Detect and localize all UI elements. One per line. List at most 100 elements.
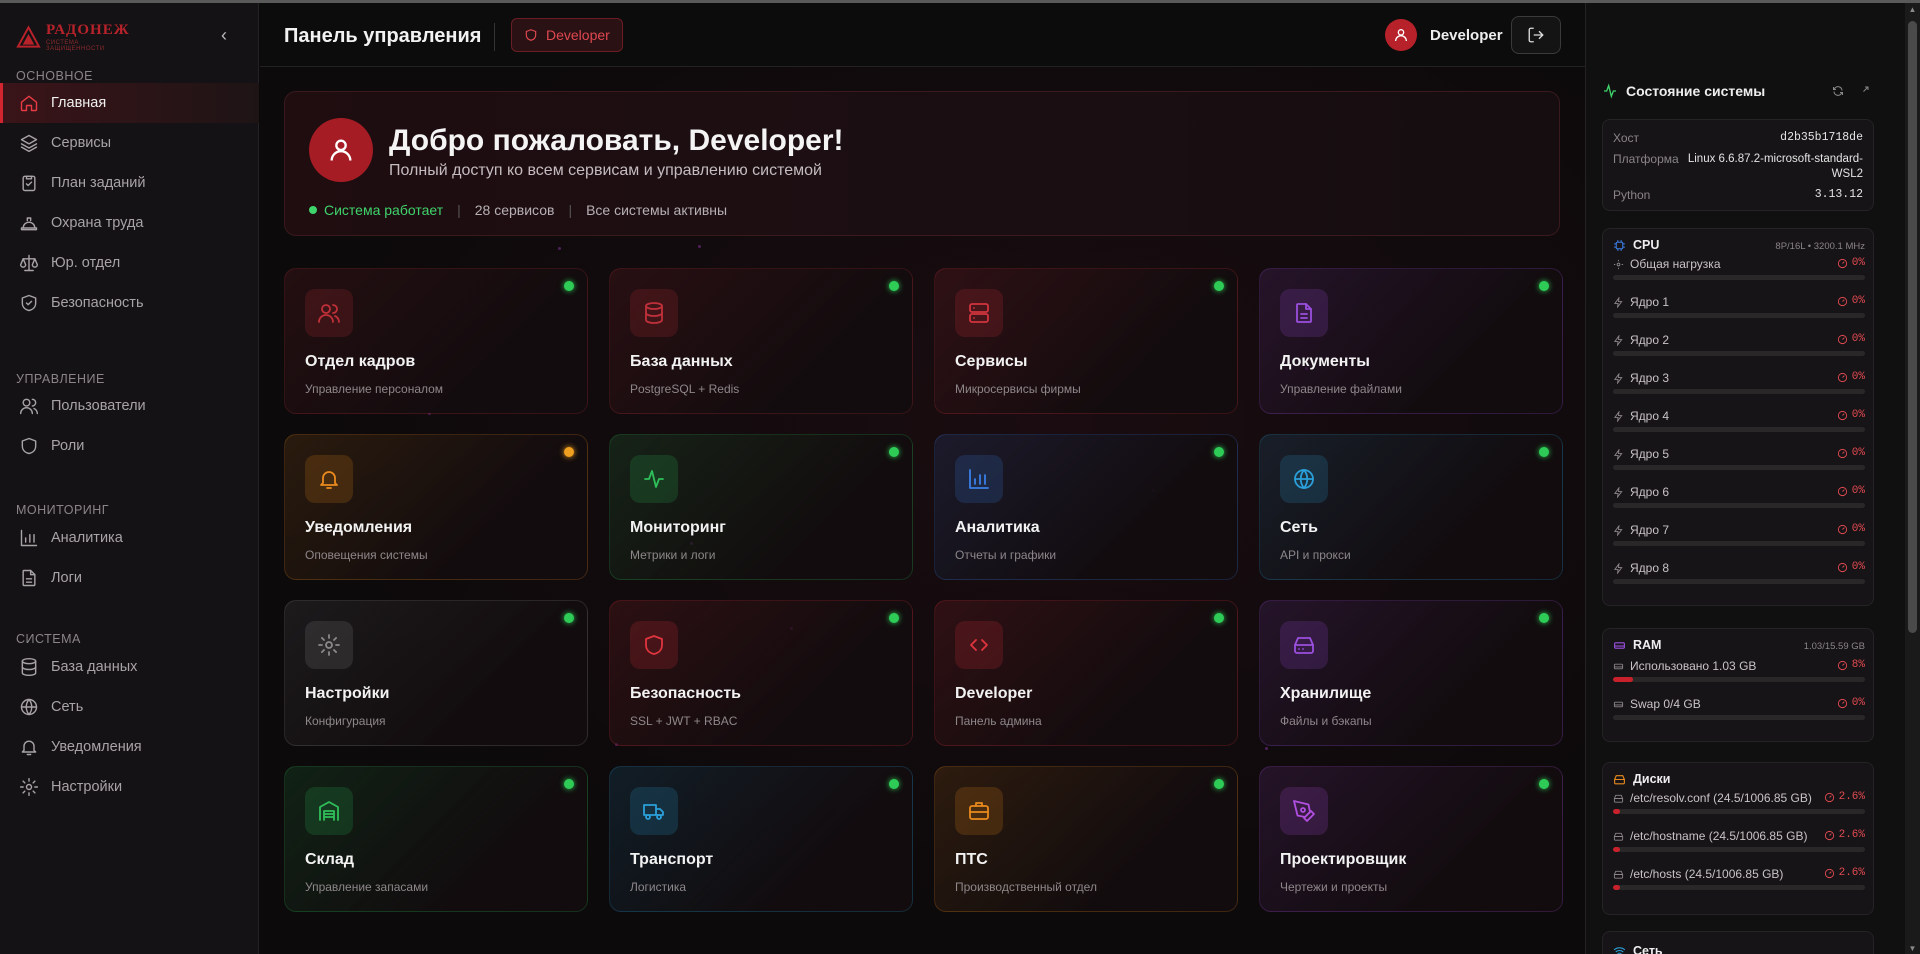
- service-card-hard-drive[interactable]: Хранилище Файлы и бэкапы: [1259, 600, 1563, 746]
- expand-icon[interactable]: [1858, 85, 1870, 97]
- scrollbar-thumb[interactable]: [1908, 21, 1917, 633]
- shield-check-icon: [21, 294, 37, 312]
- service-card-warehouse[interactable]: Склад Управление запасами: [284, 766, 588, 912]
- service-card-bar-chart[interactable]: Аналитика Отчеты и графики: [934, 434, 1238, 580]
- ram-row-label-wrap: Swap 0/4 GB: [1613, 697, 1701, 711]
- gauge-icon: [1837, 334, 1847, 344]
- service-card-database[interactable]: База данных PostgreSQL + Redis: [609, 268, 913, 414]
- service-card-document[interactable]: Документы Управление файлами: [1259, 268, 1563, 414]
- core-icon: [1613, 562, 1623, 574]
- service-card-globe[interactable]: Сеть API и прокси: [1259, 434, 1563, 580]
- sidebar-item-users[interactable]: Пользователи: [0, 386, 259, 426]
- cpu-row-label: Ядро 6: [1630, 485, 1670, 499]
- sidebar-item-analytics[interactable]: Аналитика: [0, 518, 259, 558]
- database-icon: [645, 302, 663, 324]
- ram-header: RAM: [1613, 638, 1661, 652]
- card-subtitle: Чертежи и проекты: [1280, 880, 1388, 894]
- cpu-row-label-wrap: Ядро 4: [1613, 409, 1669, 423]
- service-card-bell[interactable]: Уведомления Оповещения системы: [284, 434, 588, 580]
- host-label: Хост: [1613, 131, 1640, 145]
- core-icon: [1613, 296, 1623, 308]
- cpu-row: Ядро 7 0%: [1613, 523, 1865, 553]
- cpu-row-label-wrap: Ядро 5: [1613, 447, 1669, 461]
- mem-icon: [1613, 701, 1624, 707]
- sidebar-item-home[interactable]: Главная: [0, 83, 259, 123]
- cpu-row-value: 0%: [1851, 485, 1865, 497]
- service-card-users[interactable]: Отдел кадров Управление персоналом: [284, 268, 588, 414]
- sidebar-item-database[interactable]: База данных: [0, 647, 259, 687]
- ram-row-label: Использовано 1.03 GB: [1630, 659, 1757, 673]
- sidebar-item-logs[interactable]: Логи: [0, 558, 259, 598]
- disk-row: /etc/hostname (24.5/1006.85 GB) 2.6%: [1613, 829, 1865, 859]
- sidebar-item-settings[interactable]: Настройки: [0, 767, 259, 807]
- cpu-row-label-wrap: Ядро 1: [1613, 295, 1669, 309]
- card-title: Сеть: [1280, 519, 1318, 536]
- clipboard-check-icon: [22, 175, 36, 192]
- status-indicator: [1539, 779, 1549, 789]
- status-indicator: [889, 281, 899, 291]
- sidebar-item-roles[interactable]: Роли: [0, 426, 259, 466]
- pen-tool-icon: [1293, 800, 1315, 822]
- cpu-progress-track: [1613, 503, 1865, 508]
- role-badge: Developer: [511, 18, 623, 52]
- hard-drive-icon: [1614, 774, 1625, 784]
- service-card-shield[interactable]: Безопасность SSL + JWT + RBAC: [609, 600, 913, 746]
- cpu-row-label-wrap: Ядро 8: [1613, 561, 1669, 575]
- cpu-row-label: Ядро 4: [1630, 409, 1670, 423]
- logout-button[interactable]: [1511, 16, 1561, 54]
- card-icon-box: [955, 621, 1003, 669]
- card-title: Склад: [305, 851, 354, 868]
- shield-icon: [645, 635, 663, 655]
- service-card-gear[interactable]: Настройки Конфигурация: [284, 600, 588, 746]
- ram-row-value-wrap: 0%: [1837, 697, 1865, 709]
- document-icon: [1296, 303, 1312, 323]
- service-card-server[interactable]: Сервисы Микросервисы фирмы: [934, 268, 1238, 414]
- gauge-icon: [1837, 486, 1847, 496]
- cpu-row: Ядро 6 0%: [1613, 485, 1865, 515]
- brand-logo[interactable]: РАДОНЕЖ СИСТЕМА ЗАЩИЩЕННОСТИ: [16, 20, 136, 54]
- service-card-pen-tool[interactable]: Проектировщик Чертежи и проекты: [1259, 766, 1563, 912]
- cpu-row-value-wrap: 0%: [1837, 447, 1865, 459]
- gauge-icon: [1837, 562, 1847, 572]
- sidebar-item-legal[interactable]: Юр. отдел: [0, 243, 259, 283]
- collapse-sidebar-button[interactable]: ‹: [214, 25, 234, 45]
- disk-row-label-wrap: /etc/resolv.conf (24.5/1006.85 GB): [1613, 791, 1812, 805]
- status-indicator: [564, 613, 574, 623]
- sidebar-item-notifications[interactable]: Уведомления: [0, 727, 259, 767]
- scroll-down-icon[interactable]: ▼: [1908, 945, 1917, 953]
- user-icon: [1395, 29, 1407, 42]
- activity-icon: [644, 470, 664, 488]
- gauge-icon: [1837, 448, 1847, 458]
- scroll-up-icon[interactable]: ▲: [1908, 6, 1917, 14]
- cpu-row-value-wrap: 0%: [1837, 371, 1865, 383]
- scale-icon: [19, 254, 39, 272]
- cpu-row: Общая нагрузка 0%: [1613, 257, 1865, 287]
- gauge-icon: [1837, 258, 1847, 268]
- cpu-row-value-wrap: 0%: [1837, 333, 1865, 345]
- user-avatar[interactable]: [1385, 19, 1417, 51]
- disk-progress-fill: [1613, 809, 1620, 814]
- refresh-icon[interactable]: [1832, 85, 1844, 97]
- sidebar-item-label: Аналитика: [51, 530, 123, 546]
- user-icon: [330, 139, 352, 161]
- card-title: Настройки: [305, 685, 390, 702]
- page-scrollbar[interactable]: ▲ ▼: [1905, 3, 1920, 954]
- sidebar-item-security[interactable]: Безопасность: [0, 283, 259, 323]
- status-separator: |: [568, 202, 573, 218]
- layers-icon: [20, 134, 38, 153]
- sidebar-item-label: Охрана труда: [51, 215, 144, 231]
- service-card-code[interactable]: Developer Панель админа: [934, 600, 1238, 746]
- service-card-truck[interactable]: Транспорт Логистика: [609, 766, 913, 912]
- chevron-left-icon: ‹: [221, 25, 227, 45]
- user-name[interactable]: Developer: [1430, 27, 1503, 44]
- service-card-activity[interactable]: Мониторинг Метрики и логи: [609, 434, 913, 580]
- disk-row: /etc/hosts (24.5/1006.85 GB) 2.6%: [1613, 867, 1865, 897]
- sidebar-item-labor-safety[interactable]: Охрана труда: [0, 203, 259, 243]
- bar-chart-icon: [20, 529, 38, 547]
- sidebar-item-network[interactable]: Сеть: [0, 687, 259, 727]
- sidebar-item-task-plan[interactable]: План заданий: [0, 163, 259, 203]
- sidebar-item-services[interactable]: Сервисы: [0, 123, 259, 163]
- ram-row-value-wrap: 8%: [1837, 659, 1865, 671]
- service-card-briefcase[interactable]: ПТС Производственный отдел: [934, 766, 1238, 912]
- truck-icon: [643, 804, 664, 820]
